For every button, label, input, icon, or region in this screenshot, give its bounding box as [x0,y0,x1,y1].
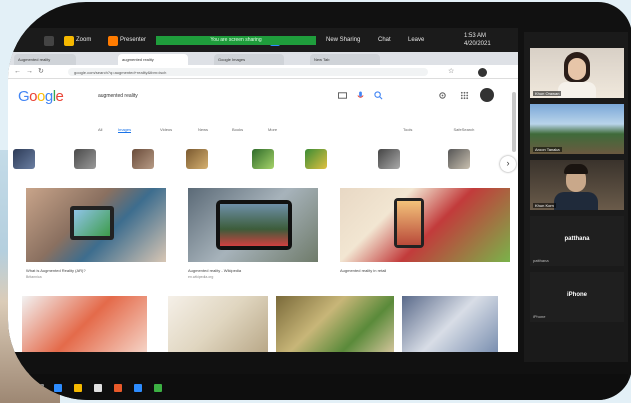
result-title[interactable]: Augmented reality in retail [340,268,386,273]
profile-avatar[interactable] [478,68,487,77]
folder-icon[interactable] [64,36,74,46]
app-taskbar-icon[interactable] [94,384,102,392]
related-chip[interactable] [448,149,470,169]
image-result[interactable] [168,296,268,352]
participant-video[interactable]: Khun Orawan [530,48,624,98]
browser-tab-active[interactable]: augmented reality [118,54,188,65]
account-avatar[interactable] [480,88,494,102]
filter-right: Tools SafeSearch [403,127,474,132]
forward-icon[interactable]: → [26,68,33,76]
browser-window: Augmented reality augmented reality Goog… [8,52,518,352]
back-icon[interactable]: ← [14,68,21,76]
chevron-right-icon[interactable]: › [500,156,516,172]
related-searches-strip [8,146,518,176]
image-result[interactable] [340,188,510,262]
tools-button[interactable]: Tools [403,127,412,132]
settings-gear-icon[interactable] [438,91,447,100]
participant-tile[interactable]: patthana patthana [530,216,624,266]
participants-panel: Khun Orawan Aroon Tanaka Khun Korn patth… [524,32,628,362]
google-header: Google augmented reality [8,79,518,119]
meeting-bar-item-presenter[interactable]: Presenter [120,37,146,47]
filter-more[interactable]: More [268,127,277,132]
participant-name: Aroon Tanaka [533,147,562,152]
related-chip[interactable] [252,149,274,169]
tab-bar: Augmented reality augmented reality Goog… [8,52,518,65]
screen-share-banner[interactable]: You are screen sharing [156,36,316,45]
google-logo-letter: G [18,88,30,105]
image-result[interactable] [22,296,147,352]
google-logo-letter: g [44,88,53,105]
result-title[interactable]: Augmented reality - Wikipedia [188,268,241,273]
result-source: en.wikipedia.org [188,275,214,279]
result-title[interactable]: What is Augmented Reality (AR)? [26,268,86,273]
google-logo-letter: e [55,88,64,105]
related-chip[interactable] [378,149,400,169]
filter-books[interactable]: Books [232,127,243,132]
image-result[interactable] [402,296,498,352]
google-logo-letter: o [37,88,45,105]
app-icon[interactable] [108,36,118,46]
scrollbar[interactable] [512,92,516,152]
search-icon[interactable] [374,91,383,100]
filter-videos[interactable]: Videos [160,127,172,132]
participant-tile[interactable]: iPhone iPhone [530,272,624,322]
related-chip[interactable] [13,149,35,169]
window-icon[interactable] [44,36,54,46]
keyboard-icon[interactable] [338,91,347,100]
image-result[interactable] [26,188,166,262]
result-source: Britannica [26,275,42,279]
star-icon[interactable]: ☆ [448,68,454,76]
url-input[interactable]: google.com/search?q=augmented+reality&tb… [68,68,428,76]
search-input[interactable]: augmented reality [84,85,334,107]
related-chip[interactable] [186,149,208,169]
zoom-taskbar-icon[interactable] [134,384,142,392]
filter-images[interactable]: Images [118,127,132,133]
related-chip[interactable] [305,149,327,169]
address-bar: ← → ↻ google.com/search?q=augmented+real… [8,65,518,79]
meeting-bar-item-zoom[interactable]: Zoom [76,37,91,47]
windows-taskbar [8,374,628,400]
participant-label: iPhone [533,314,546,319]
search-taskbar-icon[interactable] [36,384,44,392]
image-result[interactable] [188,188,318,262]
participant-label: patthana [533,258,549,263]
photo-of-laptop-screen: Zoom Presenter Meeting New Sharing Chat … [0,0,631,403]
meeting-bar-item-leave[interactable]: Leave [408,37,424,47]
explorer-icon[interactable] [74,384,82,392]
participant-name: Khun Korn [533,203,556,208]
participant-display-name: iPhone [566,292,587,298]
meeting-bar-item-new-sharing[interactable]: New Sharing [326,37,360,47]
participant-video[interactable]: Khun Korn [530,160,624,210]
browser-tab[interactable]: Augmented reality [14,54,76,65]
excel-icon[interactable] [154,384,162,392]
filter-all[interactable]: All [98,127,102,132]
browser-tab[interactable]: New Tab [310,54,380,65]
related-chip[interactable] [74,149,96,169]
clock-date: 4/20/2021 [464,41,491,47]
meeting-bar-item-chat[interactable]: Chat [378,37,391,47]
safesearch-button[interactable]: SafeSearch [453,127,474,132]
mic-icon[interactable] [356,91,365,100]
participant-display-name: patthana [564,236,590,242]
participant-name: Khun Orawan [533,91,562,96]
google-logo[interactable]: Google [18,88,64,105]
zoom-meeting-window: Zoom Presenter Meeting New Sharing Chat … [8,2,631,400]
search-filters: All Images Videos News Books More [88,127,368,135]
apps-grid-icon[interactable] [460,91,469,100]
edge-icon[interactable] [54,384,62,392]
reload-icon[interactable]: ↻ [38,68,44,76]
participant-video[interactable]: Aroon Tanaka [530,104,624,154]
image-result[interactable] [276,296,394,352]
start-icon[interactable] [18,384,26,392]
browser-tab[interactable]: Google Images [214,54,284,65]
related-chip[interactable] [132,149,154,169]
google-logo-letter: o [29,88,38,105]
filter-news[interactable]: News [198,127,208,132]
chrome-icon[interactable] [114,384,122,392]
